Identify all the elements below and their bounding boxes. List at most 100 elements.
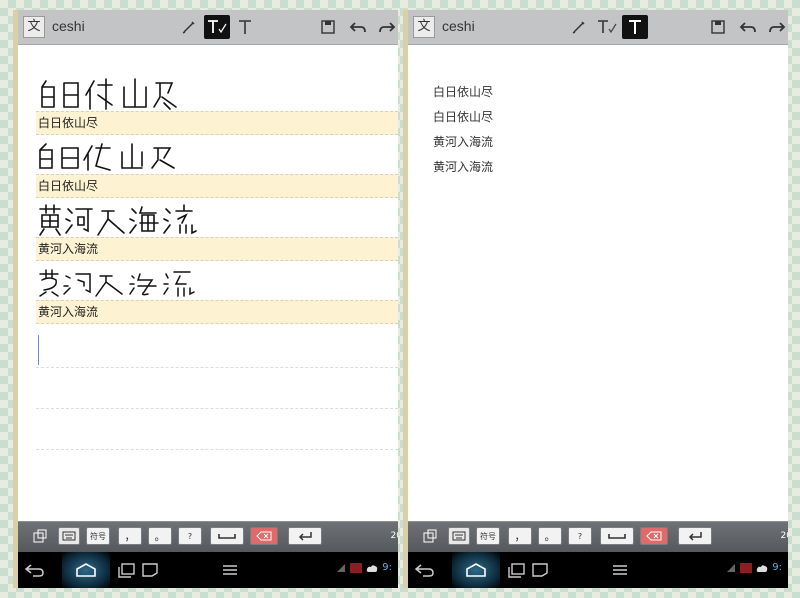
space-key[interactable] (210, 527, 244, 545)
notification-icon (350, 562, 363, 573)
system-nav-bar: 9: (18, 552, 398, 588)
signal-icon (727, 563, 736, 572)
backspace-icon (256, 531, 272, 541)
handwriting-stroke (39, 204, 197, 236)
switch-input-button[interactable] (420, 527, 440, 545)
page-indicator: 20 (780, 531, 788, 541)
ruled-line (36, 449, 398, 450)
redo-button[interactable] (764, 15, 788, 39)
status-area: 9: (336, 562, 392, 573)
undo-button[interactable] (735, 15, 761, 39)
keyboard-icon (452, 531, 466, 541)
redo-icon (769, 22, 786, 33)
space-icon (608, 534, 626, 539)
home-icon (466, 563, 486, 577)
enter-icon (688, 532, 702, 541)
delete-key[interactable] (640, 527, 668, 545)
period-key[interactable]: 。 (538, 527, 562, 545)
recent-apps-button[interactable] (114, 558, 138, 582)
space-key[interactable] (600, 527, 634, 545)
question-key[interactable]: ? (178, 527, 202, 545)
right-screen: 文 ceshi 白日依山尽 白日依山尽 黄河入海流 黄河入海流 符号 ， 。 ?… (403, 10, 788, 588)
save-button[interactable] (315, 15, 341, 39)
text-cursor (38, 335, 39, 365)
enter-key[interactable] (678, 527, 712, 545)
save-icon (321, 20, 335, 34)
recent-apps-icon (508, 563, 525, 578)
input-language-button[interactable]: 文 (413, 16, 435, 38)
recognized-text: 白日依山尽 (36, 111, 398, 135)
symbol-key[interactable]: 符号 (476, 527, 500, 545)
recognized-text: 白日依山尽 (36, 174, 398, 198)
input-keyboard-bar: 符号 ， 。 ? 20 (408, 521, 788, 552)
screenshot-button[interactable] (138, 558, 162, 582)
input-keyboard-bar: 符号 ， 。 ? 20 (18, 521, 398, 552)
handwriting-row: 白日依山尽 (36, 73, 398, 136)
handwriting-stroke (41, 78, 177, 110)
ruled-line (36, 408, 398, 409)
undo-button[interactable] (345, 15, 371, 39)
left-screen: 文 ceshi 白日依山尽 白日依山尽 黄河入海流 黄河入海流 符号 ， 。 ?… (13, 10, 398, 588)
switch-input-button[interactable] (30, 527, 50, 545)
back-icon (414, 564, 434, 577)
keyboard-button[interactable] (58, 527, 80, 545)
page-indicator: 20 (390, 531, 398, 541)
pen-button[interactable] (566, 15, 592, 39)
handwriting-text-button[interactable] (204, 15, 230, 39)
save-icon (711, 20, 725, 34)
recent-apps-button[interactable] (504, 558, 528, 582)
top-toolbar: 文 ceshi (18, 10, 398, 45)
input-language-button[interactable]: 文 (23, 16, 45, 38)
space-icon (218, 534, 236, 539)
pen-icon (182, 21, 195, 34)
ruled-line (36, 367, 398, 368)
recent-apps-icon (118, 563, 135, 578)
status-area: 9: (726, 562, 782, 573)
redo-button[interactable] (374, 15, 398, 39)
menu-button[interactable] (218, 558, 242, 582)
menu-icon (223, 565, 237, 575)
redo-icon (379, 22, 396, 33)
text-line: 黄河入海流 (433, 160, 494, 174)
enter-icon (298, 532, 312, 541)
recognized-text: 黄河入海流 (36, 300, 398, 324)
keyboard-icon (62, 531, 76, 541)
enter-key[interactable] (288, 527, 322, 545)
text-mode-button[interactable] (232, 15, 258, 39)
question-key[interactable]: ? (568, 527, 592, 545)
text-content[interactable]: 白日依山尽 白日依山尽 黄河入海流 黄河入海流 (433, 80, 493, 180)
cloud-icon (367, 564, 378, 572)
handwriting-area[interactable]: 白日依山尽 白日依山尽 黄河入海流 黄河入海流 (36, 45, 398, 487)
pen-button[interactable] (176, 15, 202, 39)
handwriting-text-button[interactable] (594, 15, 620, 39)
text-mode-button[interactable] (622, 15, 648, 39)
handwriting-text-icon (208, 20, 227, 34)
screenshot-icon (532, 563, 548, 577)
text-icon (239, 20, 251, 34)
menu-icon (613, 565, 627, 575)
home-button[interactable] (74, 558, 98, 582)
back-button[interactable] (410, 558, 438, 582)
text-line: 白日依山尽 (433, 110, 494, 124)
symbol-key[interactable]: 符号 (86, 527, 110, 545)
screenshot-icon (142, 563, 158, 577)
note-title: ceshi (52, 18, 85, 34)
save-button[interactable] (705, 15, 731, 39)
text-line: 白日依山尽 (433, 85, 494, 99)
screenshot-button[interactable] (528, 558, 552, 582)
delete-key[interactable] (250, 527, 278, 545)
period-key[interactable]: 。 (148, 527, 172, 545)
handwriting-stroke (39, 143, 175, 171)
keyboard-button[interactable] (448, 527, 470, 545)
top-toolbar: 文 ceshi (408, 10, 788, 45)
handwriting-stroke (39, 269, 195, 297)
system-nav-bar: 9: (408, 552, 788, 588)
backspace-icon (646, 531, 662, 541)
comma-key[interactable]: ， (118, 527, 142, 545)
back-button[interactable] (20, 558, 48, 582)
handwriting-row: 白日依山尽 (36, 136, 398, 199)
overlap-windows-icon (423, 529, 437, 543)
home-button[interactable] (464, 558, 488, 582)
comma-key[interactable]: ， (508, 527, 532, 545)
menu-button[interactable] (608, 558, 632, 582)
